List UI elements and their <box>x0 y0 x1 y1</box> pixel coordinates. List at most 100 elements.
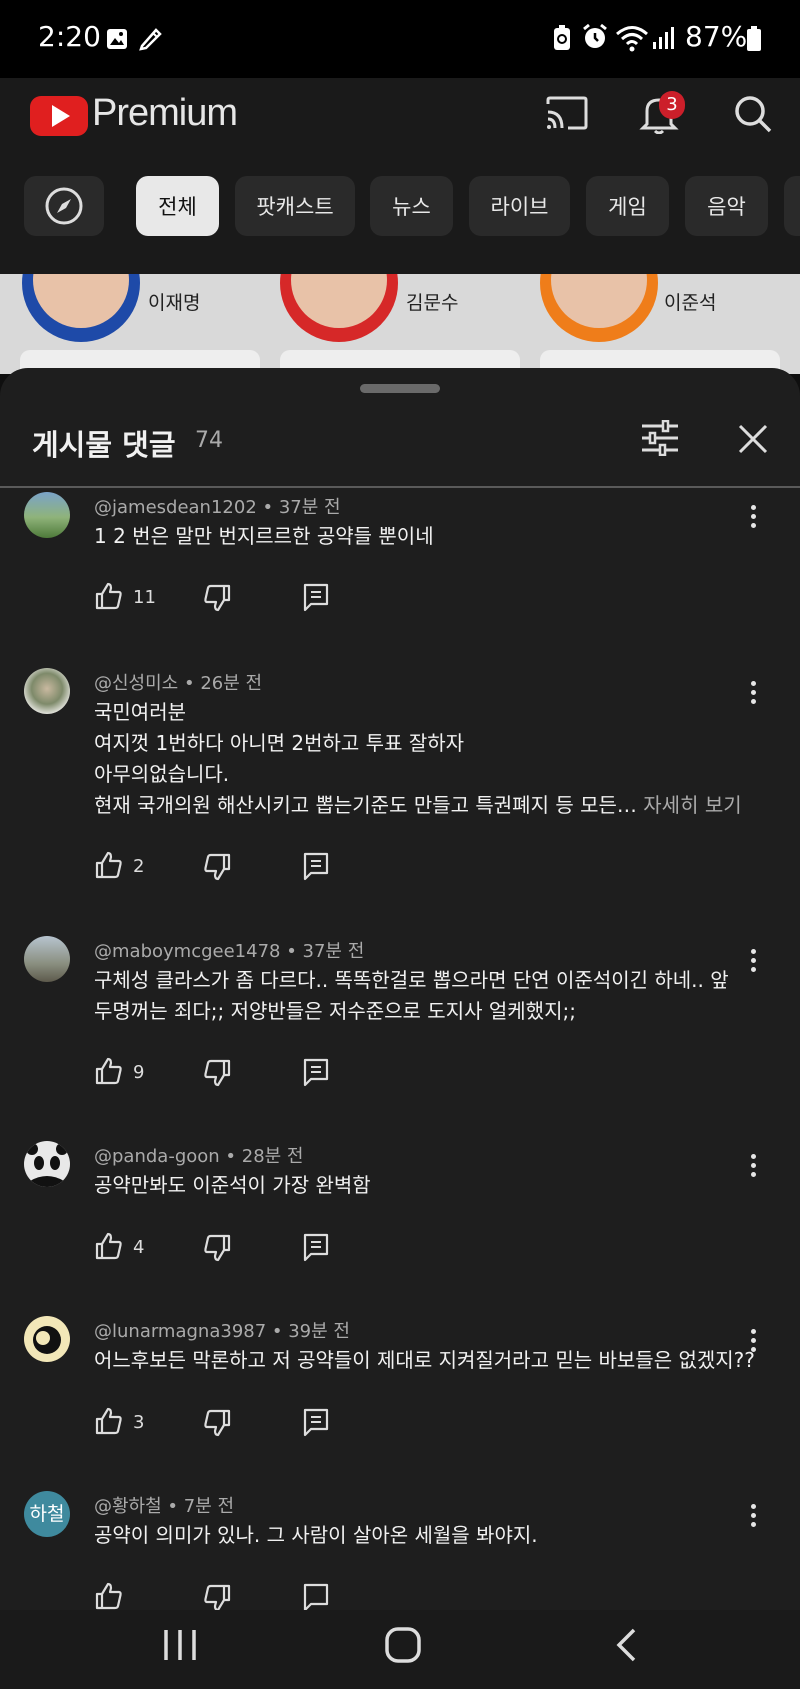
recent-apps-icon[interactable] <box>162 1628 198 1666</box>
dislike-button[interactable] <box>203 853 231 885</box>
signal-icon <box>652 26 676 54</box>
like-count: 2 <box>133 856 145 877</box>
chip-podcast[interactable]: 팟캐스트 <box>235 176 355 236</box>
comment-text: 공약이 의미가 있나. 그 사람이 살아온 세월을 봐야지. <box>94 1520 538 1551</box>
comment-author[interactable]: @panda-goon <box>94 1146 220 1167</box>
chip-news[interactable]: 뉴스 <box>370 176 453 236</box>
drag-handle[interactable] <box>360 384 440 393</box>
dislike-button[interactable] <box>203 1409 231 1441</box>
status-time: 2:20 <box>38 20 101 53</box>
comment-line: 국민여러분 <box>94 700 186 724</box>
thumbs-up-icon <box>95 582 122 610</box>
like-button[interactable] <box>95 1232 123 1264</box>
comment-author[interactable]: @신성미소 <box>94 673 178 694</box>
avatar[interactable]: 하철 <box>24 1491 70 1537</box>
read-more-link[interactable]: 자세히 보기 <box>643 793 741 817</box>
like-button[interactable] <box>95 1057 123 1089</box>
like-count: 11 <box>133 587 156 608</box>
back-icon[interactable] <box>614 1627 638 1667</box>
thumbs-down-icon <box>204 853 231 881</box>
comment-author[interactable]: @lunarmagna3987 <box>94 1321 266 1342</box>
comment-text: 1 2 번은 말만 번지르르한 공약들 뿐이네 <box>94 521 434 552</box>
explore-button[interactable] <box>24 176 104 236</box>
sheet-title: 게시물 댓글 <box>32 428 176 462</box>
more-options-button[interactable] <box>748 1504 758 1531</box>
chip-game[interactable]: 게임 <box>586 176 669 236</box>
thumbs-down-icon <box>204 1059 231 1087</box>
candidate-name: 이준석 <box>664 292 717 314</box>
avatar[interactable] <box>24 492 70 538</box>
avatar[interactable] <box>24 668 70 714</box>
comment-author[interactable]: @jamesdean1202 <box>94 497 257 518</box>
more-options-button[interactable] <box>748 681 758 708</box>
comment-meta: @lunarmagna3987 • 39분 전 <box>94 1321 350 1342</box>
comment-author[interactable]: @maboymcgee1478 <box>94 941 280 962</box>
like-count: 3 <box>133 1412 145 1433</box>
video-thumbnail[interactable]: 이재명 김문수 이준석 <box>0 274 800 374</box>
more-options-button[interactable] <box>748 949 758 976</box>
reply-button[interactable] <box>302 851 330 885</box>
more-options-button[interactable] <box>748 1154 758 1181</box>
comment-text: 국민여러분 여지껏 1번하다 아니면 2번하고 투표 잘하자 아무의없습니다. … <box>94 697 742 821</box>
chip-music[interactable]: 음악 <box>685 176 768 236</box>
avatar[interactable] <box>24 1316 70 1362</box>
thumbs-up-icon <box>95 1582 122 1610</box>
thumbs-down-icon <box>204 584 231 612</box>
partial-actions-row <box>0 1582 800 1610</box>
thumbs-down-icon <box>204 1409 231 1437</box>
reply-button[interactable] <box>302 1582 330 1610</box>
comment-meta: @황하철 • 7분 전 <box>94 1496 235 1517</box>
comment-count: 74 <box>195 428 223 453</box>
comment-text: 구체성 클라스가 좀 다르다.. 똑똑한걸로 뽑으라면 단연 이준석이긴 하네.… <box>94 965 729 1027</box>
reply-icon <box>303 1408 329 1437</box>
reply-icon <box>303 852 329 881</box>
thumbs-up-icon <box>95 851 122 879</box>
comment-meta: @jamesdean1202 • 37분 전 <box>94 497 341 518</box>
candidate-name: 이재명 <box>148 292 201 314</box>
avatar[interactable] <box>24 936 70 982</box>
play-icon <box>52 105 70 127</box>
search-icon[interactable] <box>733 94 773 138</box>
dislike-button[interactable] <box>203 584 231 616</box>
comment-line: 아무의없습니다. <box>94 762 230 786</box>
compass-icon <box>45 187 83 225</box>
gallery-icon <box>106 28 128 54</box>
dislike-button[interactable] <box>203 1584 231 1610</box>
like-button[interactable] <box>95 1407 123 1439</box>
close-icon[interactable] <box>738 424 768 458</box>
reply-button[interactable] <box>302 1232 330 1266</box>
more-options-button[interactable] <box>748 505 758 532</box>
like-button[interactable] <box>95 582 123 614</box>
cast-icon[interactable] <box>546 96 588 134</box>
more-options-button[interactable] <box>748 1329 758 1356</box>
comment-line: 공약이 의미가 있나. 그 사람이 살아온 세월을 봐야지. <box>94 1523 538 1547</box>
thumbs-down-icon <box>204 1584 231 1610</box>
filter-icon[interactable] <box>640 419 680 460</box>
reply-button[interactable] <box>302 1057 330 1091</box>
avatar[interactable] <box>24 1141 70 1187</box>
dislike-button[interactable] <box>203 1234 231 1266</box>
battery-percent: 87% <box>685 20 748 53</box>
like-count: 4 <box>133 1237 145 1258</box>
comment-line: 여지껏 1번하다 아니면 2번하고 투표 잘하자 <box>94 731 465 755</box>
reply-button[interactable] <box>302 582 330 616</box>
dislike-button[interactable] <box>203 1059 231 1091</box>
like-button[interactable] <box>95 1582 123 1610</box>
chip-all[interactable]: 전체 <box>136 176 219 236</box>
comment-time: 37분 전 <box>302 941 365 962</box>
comment-author[interactable]: @황하철 <box>94 1496 162 1517</box>
wifi-icon <box>615 24 649 56</box>
comment-meta: @maboymcgee1478 • 37분 전 <box>94 941 365 962</box>
comment-text: 공약만봐도 이준석이 가장 완벽함 <box>94 1170 371 1201</box>
comment-text: 어느후보든 막론하고 저 공약들이 제대로 지켜질거라고 믿는 바보들은 없겠지… <box>94 1345 755 1376</box>
comment-line: 구체성 클라스가 좀 다르다.. 똑똑한걸로 뽑으라면 단연 이준석이긴 하네.… <box>94 968 729 992</box>
home-icon[interactable] <box>384 1626 422 1668</box>
reply-icon <box>303 1583 329 1610</box>
like-button[interactable] <box>95 851 123 883</box>
chip-live[interactable]: 라이브 <box>469 176 570 236</box>
thumbs-up-icon <box>95 1057 122 1085</box>
comment-line-text: 현재 국개의원 해산시키고 뽑는기준도 만들고 특권폐지 등 모든… <box>94 793 637 817</box>
reply-button[interactable] <box>302 1407 330 1441</box>
battery-icon <box>746 26 762 56</box>
chip-overflow[interactable] <box>784 176 800 236</box>
